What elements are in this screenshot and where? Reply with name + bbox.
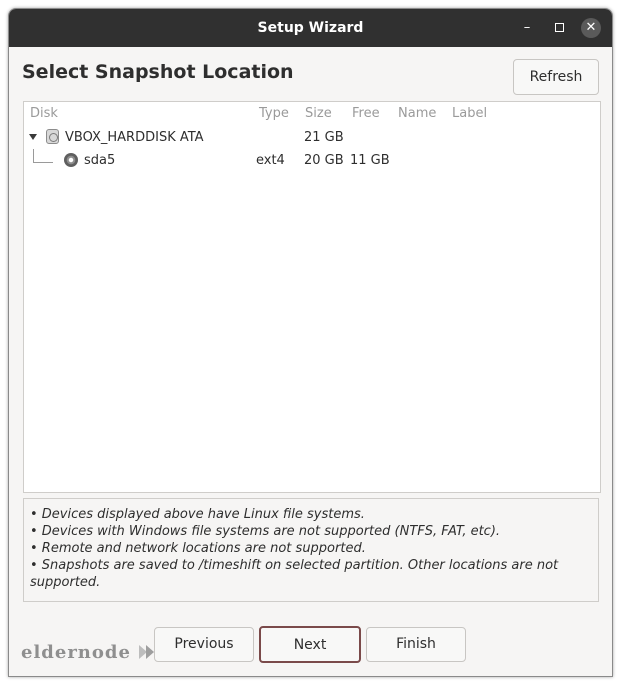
row-disk-size: 21 GB <box>304 130 344 145</box>
minimize-icon: – <box>523 20 531 35</box>
column-header-free[interactable]: Free <box>352 106 380 121</box>
row-disk-name: VBOX_HARDDISK ATA <box>65 130 204 145</box>
close-icon: ✕ <box>585 20 597 35</box>
setup-wizard-window: Setup Wizard – ✕ Select Snapshot Locatio… <box>8 8 613 677</box>
info-note: • Devices displayed above have Linux fil… <box>30 507 365 522</box>
hard-disk-icon <box>46 129 59 144</box>
tree-connector-branch <box>33 162 53 163</box>
info-note: • Devices with Windows file systems are … <box>30 524 501 539</box>
column-header-disk[interactable]: Disk <box>30 106 58 121</box>
tree-connector <box>33 149 34 163</box>
close-button[interactable]: ✕ <box>581 18 601 38</box>
expander-down-icon[interactable] <box>29 134 37 140</box>
row-partition-name: sda5 <box>84 153 116 168</box>
info-note: • Remote and network locations are not s… <box>30 541 366 556</box>
next-button[interactable]: Next <box>259 626 361 663</box>
eldernode-logo: eldernode <box>21 642 131 663</box>
column-header-size[interactable]: Size <box>305 106 332 121</box>
info-notes-panel: • Devices displayed above have Linux fil… <box>23 498 599 602</box>
refresh-button[interactable]: Refresh <box>513 59 599 95</box>
partition-icon <box>64 153 78 167</box>
row-partition-type: ext4 <box>256 153 285 168</box>
titlebar: Setup Wizard – ✕ <box>9 9 612 47</box>
maximize-icon <box>554 23 564 32</box>
column-header-label[interactable]: Label <box>452 106 487 121</box>
maximize-button[interactable] <box>549 18 569 38</box>
previous-button[interactable]: Previous <box>154 627 254 662</box>
minimize-button[interactable]: – <box>517 18 537 38</box>
column-header-type[interactable]: Type <box>259 106 289 121</box>
row-partition-size: 20 GB <box>304 153 344 168</box>
info-note: • Snapshots are saved to /timeshift on s… <box>30 558 559 590</box>
page-heading: Select Snapshot Location <box>22 61 294 83</box>
column-header-name[interactable]: Name <box>398 106 436 121</box>
row-partition-free: 11 GB <box>350 153 390 168</box>
finish-button[interactable]: Finish <box>366 627 466 662</box>
